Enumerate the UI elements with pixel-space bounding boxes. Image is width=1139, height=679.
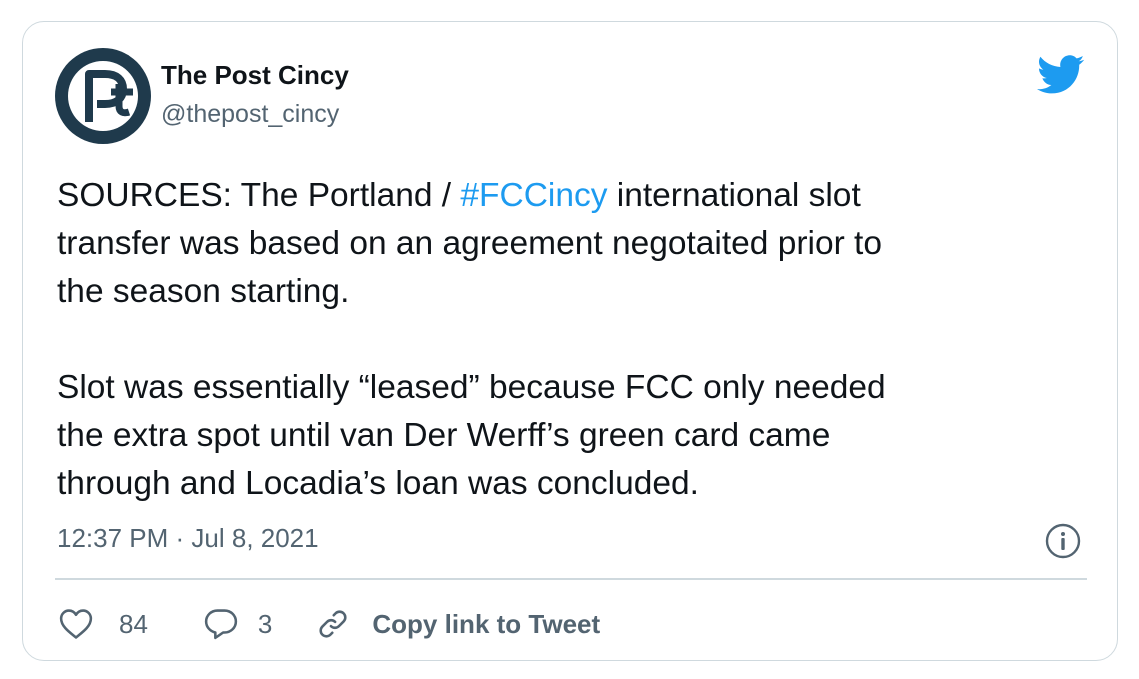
- tweet-paragraph-1: SOURCES: The Portland / #FCCincy interna…: [57, 172, 1087, 316]
- reply-button[interactable]: 3: [204, 608, 272, 640]
- copy-link-button[interactable]: Copy link to Tweet: [316, 607, 600, 641]
- hashtag-link[interactable]: #FCCincy: [460, 177, 607, 214]
- tweet-text-line: the season starting.: [57, 273, 350, 310]
- tweet-card[interactable]: The Post Cincy @thepost_cincy SOURCES: T…: [22, 21, 1118, 661]
- tweet-text-line: Slot was essentially “leased” because FC…: [57, 369, 886, 406]
- info-icon[interactable]: [1045, 523, 1081, 559]
- divider: [55, 578, 1087, 580]
- tweet-text-segment: international slot: [607, 177, 861, 214]
- heart-icon: [59, 609, 93, 639]
- author-handle[interactable]: @thepost_cincy: [161, 100, 339, 129]
- like-count: 84: [119, 608, 148, 639]
- tweet-paragraph-2: Slot was essentially “leased” because FC…: [57, 364, 1087, 508]
- reply-icon: [204, 609, 238, 640]
- like-button[interactable]: 84: [59, 608, 148, 640]
- tweet-timestamp[interactable]: 12:37 PM · Jul 8, 2021: [57, 523, 319, 554]
- copy-link-label: Copy link to Tweet: [372, 608, 601, 639]
- avatar[interactable]: [55, 48, 151, 144]
- tweet-actions: 84 3 Copy link to Tweet: [59, 602, 600, 646]
- author-name[interactable]: The Post Cincy: [161, 60, 349, 91]
- tweet-text: SOURCES: The Portland / #FCCincy interna…: [57, 172, 1087, 508]
- tweet-text-line: the extra spot until van Der Werff’s gre…: [57, 417, 831, 454]
- link-icon: [319, 610, 347, 638]
- tweet-text-segment: SOURCES: The Portland /: [57, 177, 461, 214]
- tweet-text-line: transfer was based on an agreement negot…: [57, 225, 882, 262]
- reply-count: 3: [257, 608, 273, 639]
- the-post-logo-icon: [55, 48, 151, 144]
- twitter-bird-icon[interactable]: [1036, 55, 1086, 95]
- tweet-text-line: through and Locadia’s loan was concluded…: [57, 465, 699, 502]
